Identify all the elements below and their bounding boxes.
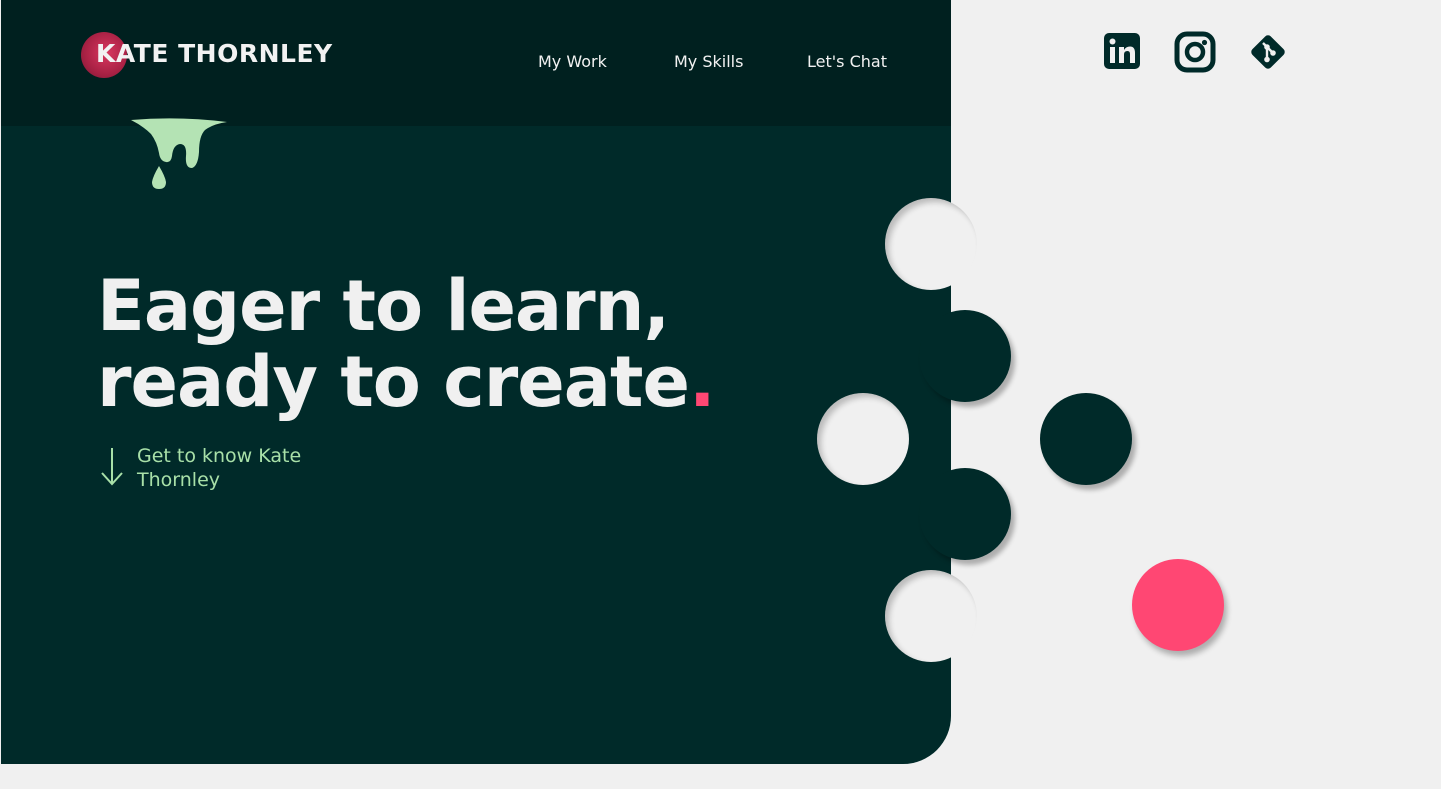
nav-lets-chat[interactable]: Let's Chat <box>807 52 887 71</box>
decor-circle-dark <box>1040 393 1132 485</box>
decor-circle-dark <box>919 310 1011 402</box>
linkedin-icon[interactable] <box>1100 30 1144 74</box>
decor-circle-light <box>885 198 977 290</box>
arrow-down-icon <box>101 448 123 486</box>
decor-circle-pink <box>1132 559 1224 651</box>
headline-line-2: ready to create <box>97 341 690 423</box>
hero-section: KATE THORNLEY My Work My Skills Let's Ch… <box>1 0 951 764</box>
hero-headline: Eager to learn, ready to create. <box>97 265 716 423</box>
slime-drip-icon <box>131 118 227 189</box>
headline-line-1: Eager to learn, <box>97 265 670 347</box>
git-icon[interactable] <box>1246 30 1290 74</box>
headline-accent-dot: . <box>688 341 716 423</box>
site-header: KATE THORNLEY My Work My Skills Let's Ch… <box>1 0 951 126</box>
decor-circle-light <box>885 570 977 662</box>
decor-circle-dark <box>919 468 1011 560</box>
nav-my-work[interactable]: My Work <box>538 52 607 71</box>
decor-circle-light <box>817 393 909 485</box>
brand-name: KATE THORNLEY <box>96 39 333 68</box>
nav-my-skills[interactable]: My Skills <box>674 52 743 71</box>
get-to-know-label: Get to know Kate Thornley <box>137 445 302 491</box>
instagram-icon[interactable] <box>1173 30 1217 74</box>
